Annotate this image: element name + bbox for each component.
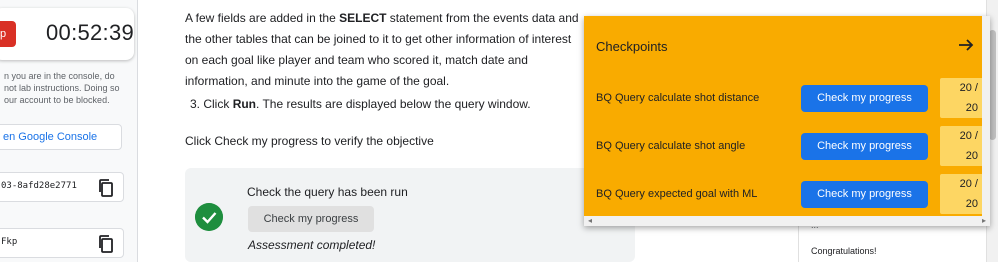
arrow-right-icon[interactable] — [958, 37, 974, 53]
page-scrollbar-thumb[interactable] — [989, 30, 996, 140]
score-earned: 20 / — [959, 178, 978, 190]
paragraph-bold: SELECT — [339, 11, 387, 25]
check-circle-icon — [195, 203, 223, 231]
assessment-title: Check the query has been run — [247, 185, 408, 199]
assessment-status: Assessment completed! — [248, 238, 376, 252]
checkpoint-check-button[interactable]: Check my progress — [801, 133, 928, 160]
checkpoint-row: BQ Query calculate shot distance Check m… — [584, 78, 990, 118]
lab-timer: 00:52:39 — [46, 20, 135, 45]
checkpoint-row: BQ Query expected goal with ML Check my … — [584, 174, 990, 214]
checkpoint-name: BQ Query calculate shot distance — [596, 92, 760, 104]
score-total: 20 — [965, 150, 978, 162]
credential-value: 03-8afd28e2771 — [1, 181, 77, 191]
checkpoint-score: 20 / 20 — [940, 126, 984, 166]
checkpoint-score: 20 / 20 — [940, 78, 984, 118]
credential-row: Fkp — [0, 228, 124, 258]
score-earned: 20 / — [959, 130, 978, 142]
checkpoint-row: BQ Query calculate shot angle Check my p… — [584, 126, 990, 166]
score-total: 20 — [965, 102, 978, 114]
checkpoint-check-button[interactable]: Check my progress — [801, 181, 928, 208]
check-progress-button[interactable]: Check my progress — [248, 206, 374, 232]
checkpoints-panel: Checkpoints BQ Query calculate shot dist… — [584, 16, 990, 226]
score-earned: 20 / — [959, 82, 978, 94]
instruction-paragraph: A few fields are added in the SELECT sta… — [185, 8, 585, 92]
step-bold: Run — [232, 97, 257, 111]
lab-sidebar: p 00:52:39 n you are in the console, do … — [0, 0, 138, 262]
checkpoint-check-button[interactable]: Check my progress — [801, 85, 928, 112]
credential-value: Fkp — [1, 237, 18, 247]
credential-row: 03-8afd28e2771 — [0, 172, 124, 202]
timer-card: p 00:52:39 — [0, 8, 134, 60]
end-lab-button[interactable]: p — [0, 21, 16, 47]
checkpoint-name: BQ Query expected goal with ML — [596, 188, 758, 200]
checkpoints-scrollbar[interactable] — [982, 16, 990, 216]
copy-icon[interactable] — [97, 178, 115, 198]
step-text: 3. Click — [190, 97, 233, 111]
step-text: . The results are displayed below the qu… — [256, 97, 531, 111]
paragraph-text: A few fields are added in the — [185, 11, 340, 25]
open-console-button[interactable]: en Google Console — [0, 124, 122, 150]
copy-icon[interactable] — [97, 234, 115, 254]
congrats-text: Congratulations! — [811, 246, 877, 256]
click-check-text: Click Check my progress to verify the ob… — [185, 134, 434, 148]
scroll-left-icon[interactable]: ◂ — [588, 216, 592, 226]
lab-page: p 00:52:39 n you are in the console, do … — [0, 0, 998, 262]
checkpoints-title: Checkpoints — [596, 39, 668, 54]
checkpoint-name: BQ Query calculate shot angle — [596, 140, 746, 152]
console-warning: n you are in the console, do not lab ins… — [4, 71, 120, 105]
checkpoint-score: 20 / 20 — [940, 174, 984, 214]
assessment-card: Check the query has been run Check my pr… — [185, 168, 635, 262]
score-total: 20 — [965, 198, 978, 210]
instruction-step: 3. Click Run. The results are displayed … — [190, 97, 531, 111]
scroll-right-icon[interactable]: ▸ — [982, 216, 986, 226]
checkpoints-horizontal-scrollbar[interactable]: ◂ ▸ — [584, 216, 990, 226]
